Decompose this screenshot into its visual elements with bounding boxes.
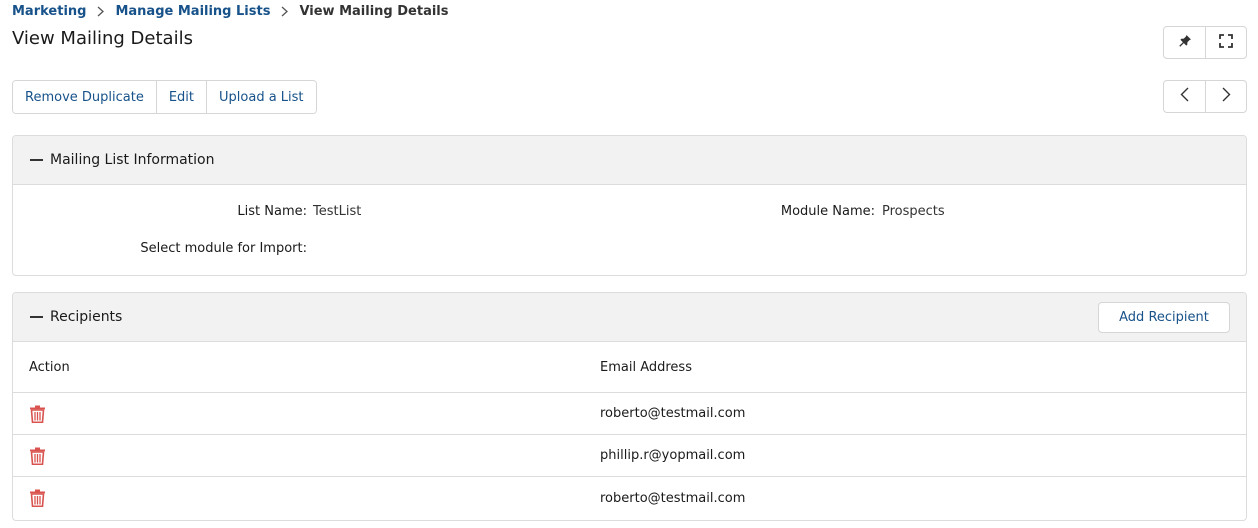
view-tools — [1163, 26, 1247, 59]
column-header-email: Email Address — [600, 359, 692, 375]
recipients-table: Action Email Address roberto@testmail.co… — [13, 342, 1246, 519]
record-navigation — [1163, 80, 1247, 113]
table-row: roberto@testmail.com — [13, 393, 1246, 435]
trash-icon[interactable] — [29, 405, 47, 423]
action-cell — [13, 405, 583, 423]
collapse-icon[interactable] — [30, 316, 43, 318]
chevron-right-icon — [281, 6, 289, 17]
list-name-label: List Name: — [237, 204, 307, 219]
email-cell: phillip.r@yopmail.com — [600, 448, 746, 463]
panel-header: Recipients Add Recipient — [13, 293, 1246, 342]
pin-icon — [1178, 33, 1192, 52]
action-cell — [13, 489, 583, 507]
info-body: List Name: TestList Module Name: Prospec… — [13, 185, 1246, 275]
table-row: roberto@testmail.com — [13, 477, 1246, 519]
trash-icon[interactable] — [29, 447, 47, 465]
pin-button[interactable] — [1164, 27, 1205, 58]
column-header-action: Action — [29, 359, 70, 375]
chevron-right-icon — [97, 6, 105, 17]
panel-title: Mailing List Information — [50, 152, 215, 168]
select-module-label: Select module for Import: — [140, 241, 307, 256]
action-bar: Remove Duplicate Edit Upload a List — [12, 80, 317, 114]
breadcrumb: Marketing Manage Mailing Lists View Mail… — [12, 3, 449, 19]
recipients-panel: Recipients Add Recipient Action Email Ad… — [12, 292, 1247, 521]
email-cell: roberto@testmail.com — [600, 406, 746, 421]
upload-list-button[interactable]: Upload a List — [206, 81, 316, 113]
action-cell — [13, 447, 583, 465]
collapse-icon[interactable] — [30, 159, 43, 161]
mailing-list-information-panel: Mailing List Information List Name: Test… — [12, 135, 1247, 276]
table-header: Action Email Address — [13, 342, 1246, 393]
module-name-value: Prospects — [882, 204, 945, 219]
breadcrumb-marketing[interactable]: Marketing — [12, 4, 86, 19]
breadcrumb-manage-mailing-lists[interactable]: Manage Mailing Lists — [115, 4, 270, 19]
add-recipient-button[interactable]: Add Recipient — [1098, 302, 1230, 333]
table-row: phillip.r@yopmail.com — [13, 435, 1246, 477]
page: Marketing Manage Mailing Lists View Mail… — [0, 0, 1258, 528]
page-title: View Mailing Details — [12, 28, 193, 49]
panel-title: Recipients — [50, 309, 123, 325]
fullscreen-button[interactable] — [1205, 27, 1246, 58]
chevron-right-icon — [1222, 87, 1231, 106]
email-cell: roberto@testmail.com — [600, 490, 746, 506]
module-name-label: Module Name: — [780, 204, 875, 219]
chevron-left-icon — [1180, 87, 1189, 106]
next-record-button[interactable] — [1205, 81, 1246, 112]
panel-header: Mailing List Information — [13, 136, 1246, 185]
trash-icon[interactable] — [29, 489, 47, 507]
breadcrumb-current: View Mailing Details — [299, 3, 449, 19]
edit-button[interactable]: Edit — [155, 81, 207, 113]
list-name-value: TestList — [313, 204, 362, 219]
fullscreen-icon — [1219, 33, 1233, 52]
remove-duplicate-button[interactable]: Remove Duplicate — [13, 81, 156, 113]
previous-record-button[interactable] — [1164, 81, 1205, 112]
